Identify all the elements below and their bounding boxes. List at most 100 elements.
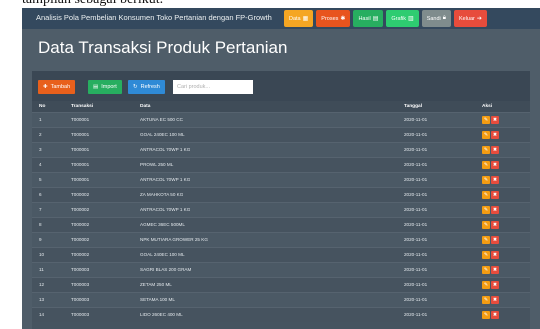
cell-transaksi: T000002 bbox=[64, 231, 133, 247]
nav-proses-button[interactable]: Proses ✱ bbox=[316, 10, 351, 27]
import-label: Import bbox=[101, 84, 117, 90]
refresh-label: Refresh bbox=[140, 84, 160, 90]
nav-hasil-label: Hasil bbox=[358, 15, 371, 22]
cell-no: 12 bbox=[32, 276, 64, 292]
edit-icon[interactable]: ✎ bbox=[482, 265, 490, 274]
delete-icon[interactable]: ✖ bbox=[491, 190, 499, 199]
delete-icon[interactable]: ✖ bbox=[491, 250, 499, 259]
delete-icon[interactable]: ✖ bbox=[491, 295, 499, 304]
app-brand[interactable]: Analisis Pola Pembelian Konsumen Toko Pe… bbox=[36, 13, 272, 22]
cell-no: 9 bbox=[32, 231, 64, 247]
cell-no: 10 bbox=[32, 246, 64, 262]
cell-transaksi: T000003 bbox=[64, 276, 133, 292]
edit-icon[interactable]: ✎ bbox=[482, 130, 490, 139]
edit-icon[interactable]: ✎ bbox=[482, 175, 490, 184]
table-row: 4 T000001 PROWL 250 ML 2020-11-01 ✎ ✖ bbox=[32, 156, 530, 172]
col-header-aksi: Aksi bbox=[475, 101, 530, 112]
nav-data-button[interactable]: Data ▦ bbox=[284, 10, 314, 27]
edit-icon[interactable]: ✎ bbox=[482, 145, 490, 154]
nav-keluar-button[interactable]: Keluar ➔ bbox=[453, 10, 487, 27]
nav-hasil-button[interactable]: Hasil ▤ bbox=[353, 10, 384, 27]
table-row: 10 T000002 GOAL 240EC 100 ML 2020-11-01 ✎ ✖ bbox=[32, 246, 530, 262]
row-actions: ✎ ✖ bbox=[482, 220, 530, 229]
row-actions: ✎ ✖ bbox=[482, 175, 530, 184]
nav-proses-label: Proses bbox=[321, 15, 339, 22]
cell-data: ANTRACOL 70WP 1 KG bbox=[133, 171, 397, 187]
cell-no: 11 bbox=[32, 261, 64, 277]
delete-icon[interactable]: ✖ bbox=[491, 205, 499, 214]
plus-icon: ✚ bbox=[43, 84, 48, 90]
transactions-table: No Transaksi Data Tanggal Aksi 1 T000001 A… bbox=[32, 101, 530, 322]
file-icon: ▤ bbox=[372, 16, 379, 22]
delete-icon[interactable]: ✖ bbox=[491, 235, 499, 244]
cell-no: 14 bbox=[32, 306, 64, 322]
search-input[interactable] bbox=[173, 80, 253, 94]
import-button[interactable]: ▤ Import bbox=[88, 80, 122, 94]
cell-data: LIDO 260EC 400 ML bbox=[133, 306, 397, 322]
table-header-row: No Transaksi Data Tanggal Aksi bbox=[32, 101, 530, 112]
edit-icon[interactable]: ✎ bbox=[482, 235, 490, 244]
cell-data: AKTUNA EC 500 CC bbox=[133, 111, 397, 127]
delete-icon[interactable]: ✖ bbox=[491, 310, 499, 319]
cell-tanggal: 2020-11-01 bbox=[397, 111, 475, 127]
edit-icon[interactable]: ✎ bbox=[482, 190, 490, 199]
delete-icon[interactable]: ✖ bbox=[491, 160, 499, 169]
refresh-button[interactable]: ↻ Refresh bbox=[128, 80, 165, 94]
nav-data-label: Data bbox=[289, 15, 301, 22]
table-row: 6 T000002 ZA MAHKOTA 50 KG 2020-11-01 ✎ ✖ bbox=[32, 186, 530, 202]
row-actions: ✎ ✖ bbox=[482, 190, 530, 199]
cell-data: ANTRACOL 70WP 1 KG bbox=[133, 201, 397, 217]
cell-tanggal: 2020-11-01 bbox=[397, 291, 475, 307]
edit-icon[interactable]: ✎ bbox=[482, 295, 490, 304]
delete-icon[interactable]: ✖ bbox=[491, 280, 499, 289]
edit-icon[interactable]: ✎ bbox=[482, 220, 490, 229]
delete-icon[interactable]: ✖ bbox=[491, 220, 499, 229]
edit-icon[interactable]: ✎ bbox=[482, 310, 490, 319]
row-actions: ✎ ✖ bbox=[482, 250, 530, 259]
lock-icon: 🔒︎ bbox=[442, 15, 446, 21]
cell-aksi: ✎ ✖ bbox=[475, 276, 530, 292]
delete-icon[interactable]: ✖ bbox=[491, 175, 499, 184]
edit-icon[interactable]: ✎ bbox=[482, 205, 490, 214]
cell-transaksi: T000002 bbox=[64, 186, 133, 202]
nav-menu: Data ▦ Proses ✱ Hasil ▤ Grafik ▥ Sandi 🔒… bbox=[284, 10, 487, 27]
tambah-label: Tambah bbox=[50, 84, 71, 90]
nav-grafik-label: Grafik bbox=[391, 15, 407, 22]
cell-tanggal: 2020-11-01 bbox=[397, 231, 475, 247]
delete-icon[interactable]: ✖ bbox=[491, 265, 499, 274]
col-header-data: Data bbox=[133, 101, 397, 112]
table-row: 12 T000003 ZETAM 250 ML 2020-11-01 ✎ ✖ bbox=[32, 276, 530, 292]
sign-out-icon: ➔ bbox=[476, 16, 482, 22]
page-title: Data Transaksi Produk Pertanian bbox=[38, 38, 288, 57]
cell-tanggal: 2020-11-01 bbox=[397, 126, 475, 142]
cell-transaksi: T000003 bbox=[64, 291, 133, 307]
delete-icon[interactable]: ✖ bbox=[491, 130, 499, 139]
tambah-button[interactable]: ✚ Tambah bbox=[38, 80, 76, 94]
cell-transaksi: T000002 bbox=[64, 201, 133, 217]
edit-icon[interactable]: ✎ bbox=[482, 115, 490, 124]
edit-icon[interactable]: ✎ bbox=[482, 250, 490, 259]
cell-aksi: ✎ ✖ bbox=[475, 291, 530, 307]
row-actions: ✎ ✖ bbox=[482, 145, 530, 154]
cell-no: 8 bbox=[32, 216, 64, 232]
cell-aksi: ✎ ✖ bbox=[475, 201, 530, 217]
cell-aksi: ✎ ✖ bbox=[475, 306, 530, 322]
transactions-panel: ✚ Tambah ▤ Import ↻ Refresh No Transaksi bbox=[32, 71, 530, 329]
cell-no: 4 bbox=[32, 156, 64, 172]
cell-aksi: ✎ ✖ bbox=[475, 231, 530, 247]
cell-tanggal: 2020-11-01 bbox=[397, 171, 475, 187]
cell-aksi: ✎ ✖ bbox=[475, 141, 530, 157]
delete-icon[interactable]: ✖ bbox=[491, 115, 499, 124]
cell-aksi: ✎ ✖ bbox=[475, 246, 530, 262]
edit-icon[interactable]: ✎ bbox=[482, 160, 490, 169]
row-actions: ✎ ✖ bbox=[482, 265, 530, 274]
edit-icon[interactable]: ✎ bbox=[482, 280, 490, 289]
nav-sandi-button[interactable]: Sandi 🔒︎ bbox=[421, 10, 451, 27]
cell-no: 6 bbox=[32, 186, 64, 202]
cell-no: 13 bbox=[32, 291, 64, 307]
table-row: 14 T000003 LIDO 260EC 400 ML 2020-11-01 ✎ ✖ bbox=[32, 306, 530, 322]
delete-icon[interactable]: ✖ bbox=[491, 145, 499, 154]
cell-aksi: ✎ ✖ bbox=[475, 186, 530, 202]
nav-grafik-button[interactable]: Grafik ▥ bbox=[386, 10, 419, 27]
cell-transaksi: T000001 bbox=[64, 171, 133, 187]
